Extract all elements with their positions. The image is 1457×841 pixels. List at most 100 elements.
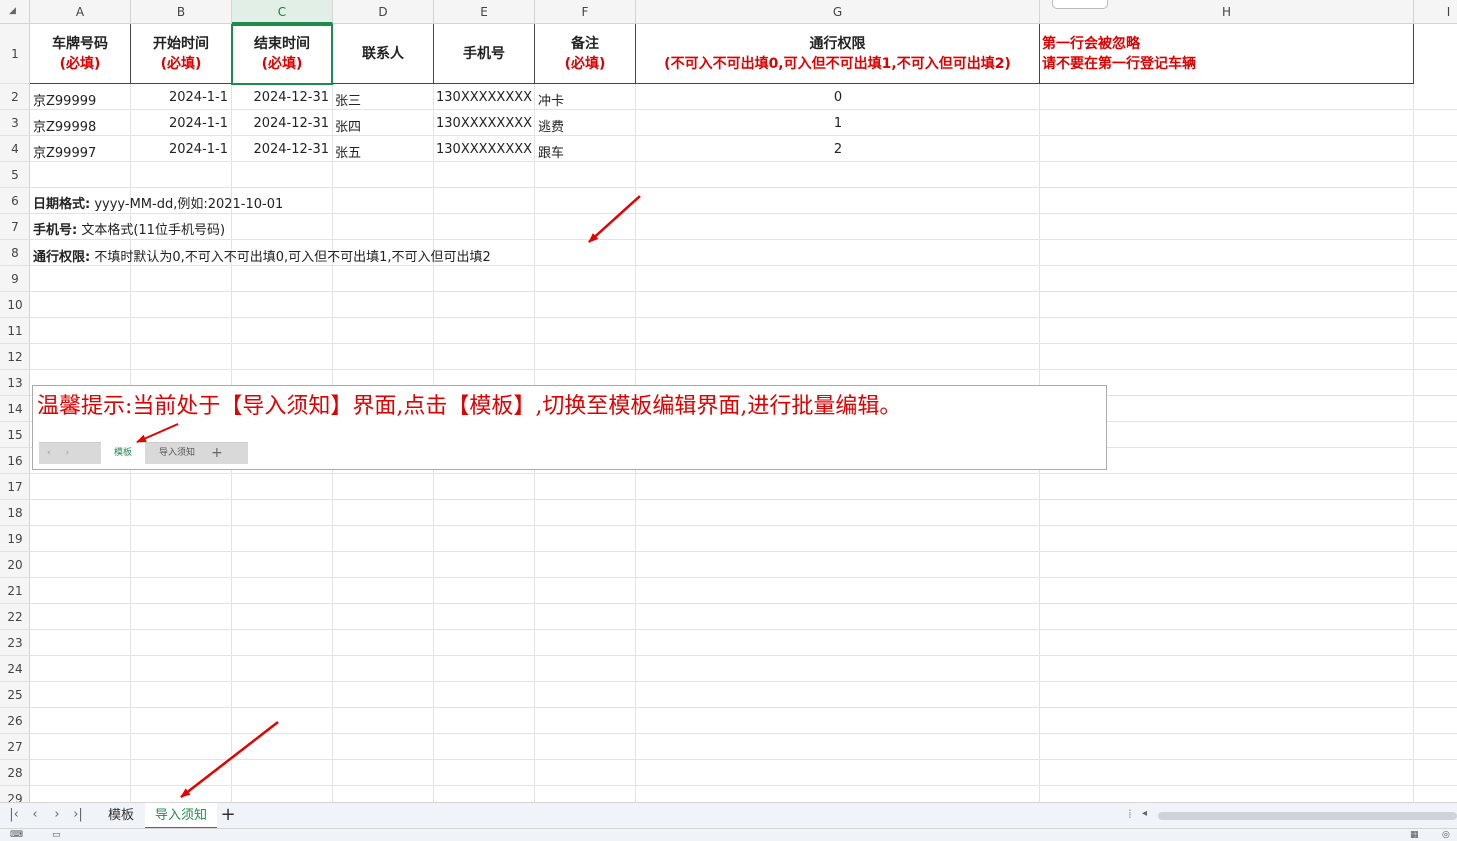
first-sheet-icon[interactable]: |‹ [5, 807, 23, 822]
column-header-e[interactable]: E [434, 0, 535, 24]
sheet-tab-bar: |‹ ‹ › ›| 模板 导入须知 + ⁞ ◂ [0, 802, 1457, 829]
cell-remark[interactable]: 逃费 [538, 116, 564, 135]
row-header[interactable]: 26 [0, 708, 29, 734]
row-header[interactable]: 24 [0, 656, 29, 682]
last-sheet-icon[interactable]: ›| [69, 807, 87, 822]
row-header[interactable]: 5 [0, 162, 29, 188]
scroll-divider[interactable]: ⁞ [1128, 807, 1132, 821]
row-header[interactable]: 13 [0, 370, 29, 396]
note-permission[interactable]: 通行权限: 不填时默认为0,不可入不可出填0,可入但不可出填1,不可入但可出填2 [33, 246, 491, 265]
next-sheet-icon[interactable]: › [48, 807, 66, 822]
cell-remark[interactable]: 冲卡 [538, 90, 564, 109]
cell-end[interactable]: 2024-12-31 [232, 142, 329, 157]
cell-phone[interactable]: 130XXXXXXXX [436, 90, 532, 105]
note-date-text: yyyy-MM-dd,例如:2021-10-01 [94, 197, 284, 212]
header-permission-cell[interactable]: 通行权限 (不可入不可出填0,可入但不可出填1,不可入但可出填2) [636, 24, 1040, 84]
row-header[interactable]: 29 [0, 786, 29, 802]
header-warning-line2: 请不要在第一行登记车辆 [1042, 55, 1196, 72]
note-phone-format[interactable]: 手机号: 文本格式(11位手机号码) [33, 219, 225, 238]
tip-mini-tab-notice: 导入须知 [158, 448, 195, 458]
sheet-tab-import-notice[interactable]: 导入须知 [145, 803, 218, 829]
collapse-toolbar-handle[interactable] [1052, 0, 1108, 9]
header-phone-cell[interactable]: 手机号 [434, 24, 535, 84]
cell-phone[interactable]: 130XXXXXXXX [436, 116, 532, 131]
input-method-icon[interactable]: ⌨ [10, 830, 23, 840]
row-header[interactable]: 16 [0, 448, 29, 474]
header-plate-label: 车牌号码 [52, 35, 108, 52]
cell-contact[interactable]: 张五 [335, 142, 361, 161]
column-header-c[interactable]: C [232, 0, 333, 24]
cell-start[interactable]: 2024-1-1 [131, 142, 228, 157]
row-header[interactable]: 23 [0, 630, 29, 656]
row-header[interactable]: 12 [0, 344, 29, 370]
reading-mode-icon[interactable]: ◎ [1442, 830, 1450, 840]
tip-mini-nav-icons: ‹ › [47, 448, 76, 458]
header-permission-rule: (不可入不可出填0,可入但不可出填1,不可入但可出填2) [664, 55, 1011, 72]
cell-plate[interactable]: 京Z99997 [33, 142, 96, 161]
note-phone-text: 文本格式(11位手机号码) [81, 223, 226, 238]
sheet-tab-template[interactable]: 模板 [98, 803, 144, 829]
header-warning-cell[interactable]: 第一行会被忽略 请不要在第一行登记车辆 [1040, 24, 1414, 84]
row-header[interactable]: 25 [0, 682, 29, 708]
column-header-g[interactable]: G [636, 0, 1040, 24]
cell-start[interactable]: 2024-1-1 [131, 90, 228, 105]
cell-contact[interactable]: 张三 [335, 90, 361, 109]
row-header[interactable]: 6 [0, 188, 29, 214]
select-all-corner[interactable]: ◢ [0, 0, 30, 24]
row-header[interactable]: 28 [0, 760, 29, 786]
column-header-i[interactable]: I [1414, 0, 1457, 24]
cell-plate[interactable]: 京Z99998 [33, 116, 96, 135]
cell-plate[interactable]: 京Z99999 [33, 90, 96, 109]
row-header[interactable]: 11 [0, 318, 29, 344]
prev-sheet-icon[interactable]: ‹ [26, 807, 44, 822]
header-remark-label: 备注 [571, 35, 599, 52]
cell-end[interactable]: 2024-12-31 [232, 90, 329, 105]
row-header[interactable]: 15 [0, 422, 29, 448]
row-header[interactable]: 18 [0, 500, 29, 526]
scroll-left-icon[interactable]: ◂ [1142, 808, 1147, 819]
header-plate-cell[interactable]: 车牌号码 (必填) [30, 24, 131, 84]
column-header-b[interactable]: B [131, 0, 232, 24]
column-header-f[interactable]: F [535, 0, 636, 24]
row-header[interactable]: 20 [0, 552, 29, 578]
row-header[interactable]: 8 [0, 240, 29, 266]
row-header[interactable]: 9 [0, 266, 29, 292]
row-header[interactable]: 27 [0, 734, 29, 760]
row-header[interactable]: 4 [0, 136, 29, 162]
header-start-required: (必填) [160, 55, 202, 72]
row-header[interactable]: 3 [0, 110, 29, 136]
note-phone-label: 手机号: [33, 223, 78, 238]
row-header[interactable]: 7 [0, 214, 29, 240]
row-header[interactable]: 10 [0, 292, 29, 318]
cell-permission[interactable]: 2 [636, 142, 1040, 157]
header-remark-cell[interactable]: 备注 (必填) [535, 24, 636, 84]
header-warning-line1: 第一行会被忽略 [1042, 35, 1140, 52]
header-start-cell[interactable]: 开始时间 (必填) [131, 24, 232, 84]
row-header[interactable]: 19 [0, 526, 29, 552]
cell-permission[interactable]: 0 [636, 90, 1040, 105]
cell-phone[interactable]: 130XXXXXXXX [436, 142, 532, 157]
column-header-bar: ◢ A B C D E F G H I [0, 0, 1457, 24]
header-contact-cell[interactable]: 联系人 [333, 24, 434, 84]
cell-start[interactable]: 2024-1-1 [131, 116, 228, 131]
row-header[interactable]: 22 [0, 604, 29, 630]
note-date-format[interactable]: 日期格式: yyyy-MM-dd,例如:2021-10-01 [33, 193, 283, 212]
add-sheet-button[interactable]: + [219, 804, 237, 825]
tip-image[interactable]: 温馨提示:当前处于【导入须知】界面,点击【模板】,切换至模板编辑界面,进行批量编… [32, 385, 1107, 470]
header-contact-label: 联系人 [362, 45, 404, 62]
cell-contact[interactable]: 张四 [335, 116, 361, 135]
row-header[interactable]: 21 [0, 578, 29, 604]
row-header[interactable]: 17 [0, 474, 29, 500]
macro-icon[interactable]: ▭ [52, 830, 61, 840]
row-header[interactable]: 2 [0, 84, 29, 110]
horizontal-scrollbar[interactable] [1158, 812, 1457, 820]
column-header-a[interactable]: A [30, 0, 131, 24]
cell-remark[interactable]: 跟车 [538, 142, 564, 161]
header-plate-required: (必填) [59, 55, 101, 72]
page-layout-icon[interactable]: ▦ [1410, 830, 1419, 840]
cell-permission[interactable]: 1 [636, 116, 1040, 131]
row-header[interactable]: 14 [0, 396, 29, 422]
column-header-d[interactable]: D [333, 0, 434, 24]
cell-end[interactable]: 2024-12-31 [232, 116, 329, 131]
row-header[interactable]: 1 [0, 24, 29, 84]
